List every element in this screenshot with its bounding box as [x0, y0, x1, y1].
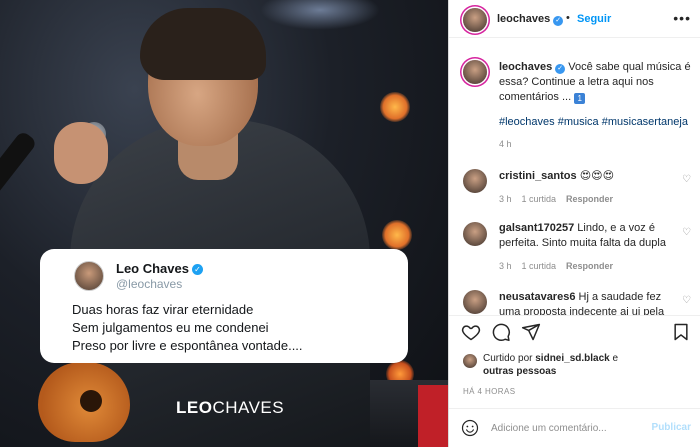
action-bar — [449, 315, 700, 349]
comment-text: galsant170257 Lindo, e a voz é perfeita.… — [499, 222, 666, 249]
bookmark-icon[interactable] — [671, 322, 691, 342]
comment-avatar[interactable] — [463, 169, 487, 193]
brand-watermark: LEOCHAVES — [176, 398, 285, 417]
guitar-soundhole — [80, 390, 102, 412]
post-sidebar: leochaves ✓ • Seguir ••• leochaves ✓ Você … — [448, 0, 700, 447]
liked-by-text: Curtido por sidnei_sd.black e outras pes… — [483, 353, 619, 377]
comment-avatar[interactable] — [463, 222, 487, 246]
comment-username[interactable]: cristini_santos — [499, 170, 577, 182]
stage-light — [260, 0, 380, 30]
comment-input[interactable] — [491, 420, 641, 436]
publish-button[interactable]: Publicar — [652, 422, 691, 433]
comment-like-heart-icon[interactable]: ♡ — [682, 295, 691, 306]
post-timestamp[interactable]: HÁ 4 HORAS — [463, 387, 515, 396]
microphone — [0, 130, 38, 214]
caption-avatar[interactable] — [463, 60, 487, 84]
verified-badge-icon: ✓ — [555, 64, 566, 74]
caption-time: 4 h — [499, 139, 512, 149]
tweet-line: Preso por livre e espontânea vontade.... — [72, 338, 303, 353]
add-comment-bar: Publicar — [449, 408, 700, 447]
singer-hand — [54, 122, 108, 184]
singer-hair — [140, 8, 266, 80]
liked-by-others[interactable]: outras pessoas — [483, 366, 556, 377]
comment-text: neusatavares6 Hj a saudade fez uma propo… — [499, 291, 665, 315]
comments-section[interactable]: leochaves ✓ Você sabe qual música é essa?… — [449, 39, 700, 315]
tweet-author-name: Leo Chaves ✓ — [116, 261, 203, 276]
comment-like-heart-icon[interactable]: ♡ — [682, 174, 691, 185]
comment-username[interactable]: galsant170257 — [499, 222, 574, 234]
tweet-card: Leo Chaves ✓ @leochaves Duas horas faz vi… — [40, 249, 408, 363]
tweet-avatar — [74, 261, 104, 291]
reply-button[interactable]: Responder — [566, 261, 613, 271]
comment-like-heart-icon[interactable]: ♡ — [682, 227, 691, 238]
caption-hashtags[interactable]: #leochaves #musica #musicasertaneja — [499, 116, 688, 128]
keycap-emoji-icon: 1 — [574, 93, 586, 104]
header-username[interactable]: leochaves ✓ — [497, 13, 564, 26]
emoji-smiley-icon[interactable] — [461, 419, 479, 437]
comment-avatar[interactable] — [463, 290, 487, 314]
liked-by-avatar[interactable] — [463, 354, 477, 368]
verified-badge-icon: ✓ — [191, 264, 203, 275]
tweet-header: Leo Chaves ✓ @leochaves — [116, 261, 203, 291]
comment-text: cristini_santos 😍😍😍 — [499, 170, 615, 182]
post-header: leochaves ✓ • Seguir ••• — [449, 0, 700, 38]
tweet-line: Sem julgamentos eu me condenei — [72, 320, 269, 335]
caption-username[interactable]: leochaves — [499, 61, 552, 73]
separator-dot: • — [566, 12, 570, 24]
verified-badge-icon: ✓ — [553, 16, 564, 26]
avatar[interactable] — [463, 8, 487, 32]
comment-meta: 3 h1 curtida Responder — [499, 261, 614, 271]
share-plane-icon[interactable] — [521, 322, 541, 342]
stage-prop — [418, 385, 448, 447]
tweet-handle: @leochaves — [116, 277, 183, 291]
more-options-icon[interactable]: ••• — [673, 10, 691, 26]
caption-text: leochaves ✓ Você sabe qual música é essa?… — [499, 60, 691, 105]
reply-button[interactable]: Responder — [566, 194, 613, 204]
liked-by-user[interactable]: sidnei_sd.black — [535, 353, 609, 364]
comment-meta: 3 h1 curtida Responder — [499, 194, 614, 204]
tweet-line: Duas horas faz virar eternidade — [72, 302, 254, 317]
follow-button[interactable]: Seguir — [577, 13, 611, 25]
comment-username[interactable]: neusatavares6 — [499, 291, 575, 303]
stage-light — [380, 92, 410, 122]
stage-light — [382, 220, 412, 250]
like-heart-icon[interactable] — [461, 322, 481, 342]
post-image[interactable]: Leo Chaves ✓ @leochaves Duas horas faz vi… — [0, 0, 448, 447]
comment-bubble-icon[interactable] — [491, 322, 511, 342]
tweet-text: Duas horas faz virar eternidade Sem julg… — [72, 301, 303, 355]
